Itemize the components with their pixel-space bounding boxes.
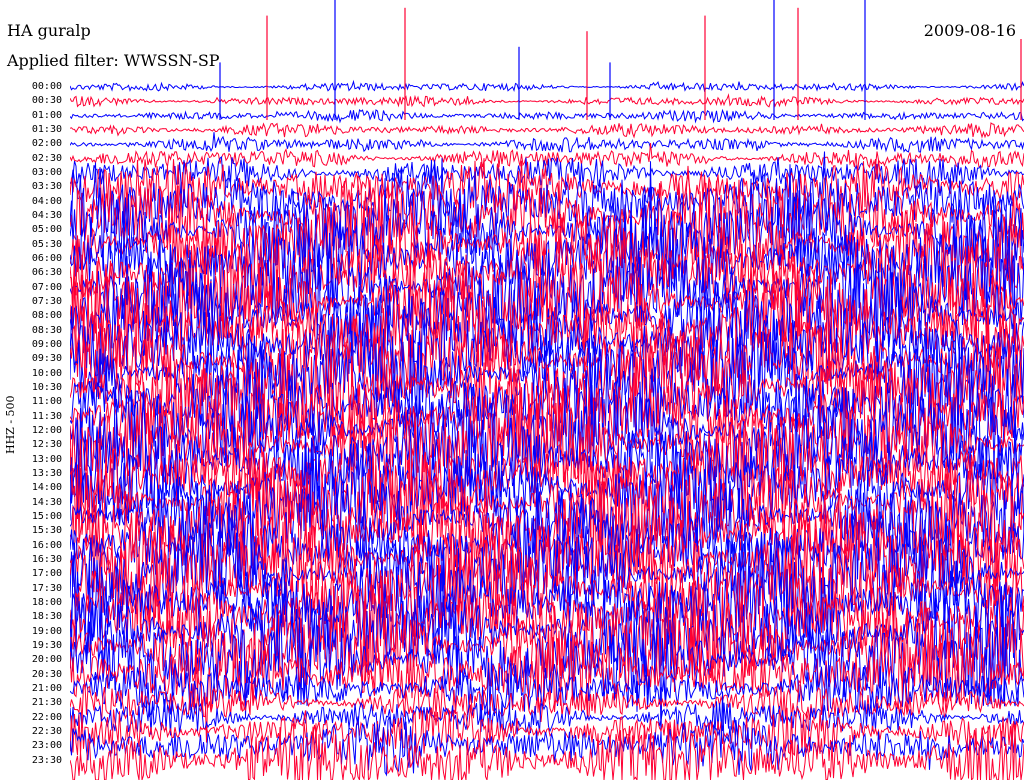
time-tick-2330: 23:30 <box>31 754 62 766</box>
time-tick-1900: 19:00 <box>31 625 62 637</box>
time-tick-0900: 09:00 <box>31 338 62 350</box>
time-tick-0100: 01:00 <box>31 109 62 121</box>
time-tick-0400: 04:00 <box>31 195 62 207</box>
time-tick-labels: 00:00 00:30 01:00 01:30 02:00 02:30 03:00 03:30… <box>0 0 68 780</box>
time-tick-2100: 21:00 <box>31 682 62 694</box>
time-tick-2000: 20:00 <box>31 654 62 666</box>
helicorder-plot <box>70 0 1024 780</box>
time-tick-1330: 13:30 <box>31 467 62 479</box>
time-tick-0730: 07:30 <box>31 295 62 307</box>
trace-row-0130 <box>70 122 1024 139</box>
time-tick-0200: 02:00 <box>31 138 62 150</box>
trace-row-0030 <box>70 93 1024 108</box>
time-tick-0830: 08:30 <box>31 324 62 336</box>
trace-row-0000 <box>70 79 1024 93</box>
time-tick-0800: 08:00 <box>31 310 62 322</box>
time-tick-1600: 16:00 <box>31 539 62 551</box>
time-tick-0430: 04:30 <box>31 209 62 221</box>
time-tick-2300: 23:00 <box>31 740 62 752</box>
time-tick-2200: 22:00 <box>31 711 62 723</box>
time-tick-1800: 18:00 <box>31 596 62 608</box>
time-tick-0700: 07:00 <box>31 281 62 293</box>
time-tick-0000: 00:00 <box>31 81 62 92</box>
time-tick-1500: 15:00 <box>31 510 62 522</box>
time-tick-1000: 10:00 <box>31 367 62 379</box>
time-tick-1530: 15:30 <box>31 525 62 537</box>
time-tick-1630: 16:30 <box>31 553 62 565</box>
time-tick-1230: 12:30 <box>31 439 62 451</box>
time-tick-0230: 02:30 <box>31 152 62 164</box>
time-tick-1400: 14:00 <box>31 482 62 494</box>
time-tick-2130: 21:30 <box>31 697 62 709</box>
time-tick-0930: 09:30 <box>31 353 62 365</box>
time-tick-0630: 06:30 <box>31 267 62 279</box>
time-tick-1430: 14:30 <box>31 496 62 508</box>
trace-row-0200 <box>70 132 1024 153</box>
time-tick-1700: 17:00 <box>31 568 62 580</box>
time-tick-2230: 22:30 <box>31 725 62 737</box>
time-tick-1730: 17:30 <box>31 582 62 594</box>
time-tick-1830: 18:30 <box>31 611 62 623</box>
time-tick-1300: 13:00 <box>31 453 62 465</box>
time-tick-0600: 06:00 <box>31 252 62 264</box>
time-tick-0500: 05:00 <box>31 224 62 236</box>
trace-row-0100 <box>70 108 1024 124</box>
time-tick-1200: 12:00 <box>31 424 62 436</box>
time-tick-1030: 10:30 <box>31 381 62 393</box>
time-tick-0300: 03:00 <box>31 166 62 178</box>
time-tick-1100: 11:00 <box>31 396 62 408</box>
time-tick-2030: 20:30 <box>31 668 62 680</box>
time-tick-1930: 19:30 <box>31 639 62 651</box>
time-tick-1130: 11:30 <box>31 410 62 422</box>
time-tick-0530: 05:30 <box>31 238 62 250</box>
time-tick-0130: 01:30 <box>31 123 62 135</box>
time-tick-0330: 03:30 <box>31 181 62 193</box>
time-tick-0030: 00:30 <box>31 95 62 107</box>
